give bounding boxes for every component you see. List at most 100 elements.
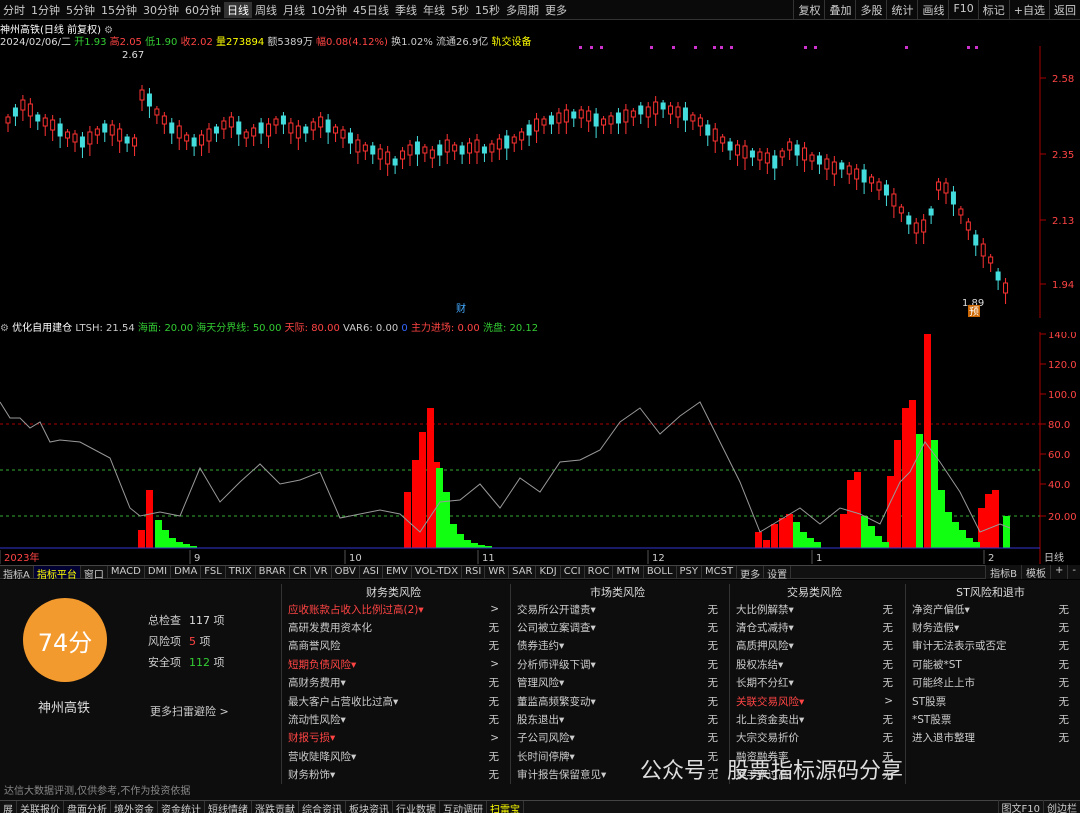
risk-item[interactable]: 债券违约▾ 无 (511, 637, 724, 655)
risk-item[interactable]: 分析师评级下调▾ 无 (511, 655, 724, 673)
indicator-tab-3[interactable]: MACD (108, 566, 145, 578)
indicator-tab-21[interactable]: MTM (613, 566, 644, 578)
indicator-tab-right-2[interactable]: + (1050, 565, 1067, 579)
risk-item[interactable]: 营收陡降风险▾ 无 (282, 747, 505, 765)
timeframe-4[interactable]: 30分钟 (140, 2, 182, 18)
risk-item[interactable]: 公司被立案调查▾ 无 (511, 618, 724, 636)
risk-item[interactable]: 北上资金卖出▾ 无 (730, 710, 899, 728)
toolbar-right-1[interactable]: 叠加 (824, 0, 855, 20)
indicator-tab-7[interactable]: TRIX (226, 566, 256, 578)
toolbar-right-3[interactable]: 统计 (886, 0, 917, 20)
risk-item[interactable]: 高研发费用资本化 无 (282, 618, 505, 636)
indicator-tab-23[interactable]: PSY (677, 566, 703, 578)
indicator-tab-25[interactable]: 更多 (737, 566, 765, 581)
indicator-tab-13[interactable]: EMV (383, 566, 412, 578)
indicator-tab-1[interactable]: 指标平台 (33, 566, 81, 581)
indicator-tab-12[interactable]: ASI (360, 566, 383, 578)
indicator-tab-14[interactable]: VOL-TDX (412, 566, 463, 578)
timeframe-2[interactable]: 5分钟 (63, 2, 98, 18)
indicator-tab-0[interactable]: 指标A (0, 566, 34, 581)
indicator-tab-8[interactable]: BRAR (256, 566, 290, 578)
toolbar-right-0[interactable]: 复权 (793, 0, 824, 20)
risk-item[interactable]: 长期不分红▾ 无 (730, 674, 899, 692)
risk-item[interactable]: 大比例解禁▾ 无 (730, 600, 899, 618)
risk-item[interactable]: 高商誉风险 无 (282, 637, 505, 655)
risk-item[interactable]: 最大客户占营收比过高▾ 无 (282, 692, 505, 710)
indicator-tab-right-3[interactable]: - (1067, 565, 1080, 579)
toolbar-right-4[interactable]: 画线 (917, 0, 948, 20)
bottom-tab-10[interactable]: 互动调研 (440, 801, 487, 813)
timeframe-12[interactable]: 年线 (420, 2, 448, 18)
bottom-tab-5[interactable]: 短线情绪 (205, 801, 252, 813)
risk-item[interactable]: 董监高频繁变动▾ 无 (511, 692, 724, 710)
candlestick-chart[interactable]: 2.582.352.131.942.671.89财预 (0, 46, 1080, 318)
timeframe-15[interactable]: 多周期 (503, 2, 542, 18)
bottom-tab-9[interactable]: 行业数据 (393, 801, 440, 813)
risk-item[interactable]: 股权冻结▾ 无 (730, 655, 899, 673)
risk-item[interactable]: 可能终止上市 无 (906, 674, 1075, 692)
bottom-tab-right-1[interactable]: 创边栏 (1043, 800, 1080, 813)
bottom-tab-3[interactable]: 境外资金 (111, 801, 158, 813)
more-scan-link[interactable]: 更多扫雷避险 > (150, 703, 229, 719)
risk-item[interactable]: 财务粉饰▾ 无 (282, 766, 505, 784)
toolbar-right-6[interactable]: 标记 (977, 0, 1009, 20)
risk-item[interactable]: 财务造假▾ 无 (906, 618, 1075, 636)
indicator-tab-20[interactable]: ROC (585, 566, 614, 578)
bottom-tab-6[interactable]: 涨跌贡献 (252, 801, 299, 813)
indicator-tab-9[interactable]: CR (290, 566, 311, 578)
indicator-tab-19[interactable]: CCI (561, 566, 585, 578)
indicator-tab-15[interactable]: RSI (462, 566, 486, 578)
risk-item[interactable]: 股东退出▾ 无 (511, 710, 724, 728)
bottom-tab-8[interactable]: 板块资讯 (346, 801, 393, 813)
timeframe-16[interactable]: 更多 (542, 2, 570, 18)
indicator-tab-16[interactable]: WR (485, 566, 510, 578)
timeframe-6[interactable]: 日线 (224, 1, 252, 18)
timeframe-0[interactable]: 分时 (0, 2, 28, 18)
timeframe-9[interactable]: 10分钟 (308, 2, 350, 18)
indicator-tab-right-1[interactable]: 模板 (1021, 565, 1050, 580)
bottom-tab-11[interactable]: 扫雷宝 (487, 801, 524, 813)
risk-item[interactable]: 净资产偏低▾ 无 (906, 600, 1075, 618)
risk-item[interactable]: 应收账款占收入比例过高(2)▾ > (282, 600, 505, 618)
risk-item[interactable]: 高质押风险▾ 无 (730, 637, 899, 655)
timeframe-14[interactable]: 15秒 (472, 2, 503, 18)
indicator-tab-4[interactable]: DMI (145, 566, 172, 578)
timeframe-1[interactable]: 1分钟 (28, 2, 63, 18)
risk-item[interactable]: 可能被*ST 无 (906, 655, 1075, 673)
indicator-tab-26[interactable]: 设置 (764, 566, 792, 581)
bottom-tab-7[interactable]: 综合资讯 (299, 801, 346, 813)
indicator-tab-6[interactable]: FSL (201, 566, 226, 578)
bottom-tab-0[interactable]: 展 (0, 801, 17, 813)
bottom-tab-4[interactable]: 资金统计 (158, 801, 205, 813)
timeframe-13[interactable]: 5秒 (448, 2, 472, 18)
risk-item[interactable]: 财报亏损▾ > (282, 729, 505, 747)
risk-item[interactable]: 清仓式减持▾ 无 (730, 618, 899, 636)
toolbar-right-5[interactable]: F10 (948, 0, 977, 20)
timeframe-5[interactable]: 60分钟 (182, 2, 224, 18)
timeframe-8[interactable]: 月线 (280, 2, 308, 18)
indicator-tab-right-0[interactable]: 指标B (985, 565, 1021, 580)
toolbar-right-2[interactable]: 多股 (855, 0, 886, 20)
timeframe-10[interactable]: 45日线 (350, 2, 392, 18)
toolbar-right-7[interactable]: +自选 (1008, 0, 1049, 20)
indicator-tab-5[interactable]: DMA (171, 566, 202, 578)
risk-item[interactable]: 审计无法表示或否定 无 (906, 637, 1075, 655)
bottom-tab-right-0[interactable]: 图文F10 (997, 800, 1043, 813)
risk-item[interactable]: ST股票 无 (906, 692, 1075, 710)
risk-item[interactable]: 流动性风险▾ 无 (282, 710, 505, 728)
indicator-tab-22[interactable]: BOLL (644, 566, 677, 578)
risk-item[interactable]: 关联交易风险▾ > (730, 692, 899, 710)
indicator-chart[interactable]: 140.0 120.0 100.0 80.0 60.0 40.0 20.00 2023年 9 10… (0, 332, 1080, 564)
risk-item[interactable]: 高财务费用▾ 无 (282, 674, 505, 692)
risk-item[interactable]: *ST股票 无 (906, 710, 1075, 728)
risk-item[interactable]: 管理风险▾ 无 (511, 674, 724, 692)
timeframe-3[interactable]: 15分钟 (98, 2, 140, 18)
timeframe-11[interactable]: 季线 (392, 2, 420, 18)
indicator-tab-24[interactable]: MCST (702, 566, 738, 578)
risk-item[interactable]: 交易所公开谴责▾ 无 (511, 600, 724, 618)
indicator-tab-10[interactable]: VR (311, 566, 332, 578)
bottom-tab-2[interactable]: 盘面分析 (64, 801, 111, 813)
indicator-tab-17[interactable]: SAR (509, 566, 537, 578)
toolbar-right-8[interactable]: 返回 (1049, 0, 1080, 20)
indicator-tab-2[interactable]: 窗口 (81, 566, 108, 581)
